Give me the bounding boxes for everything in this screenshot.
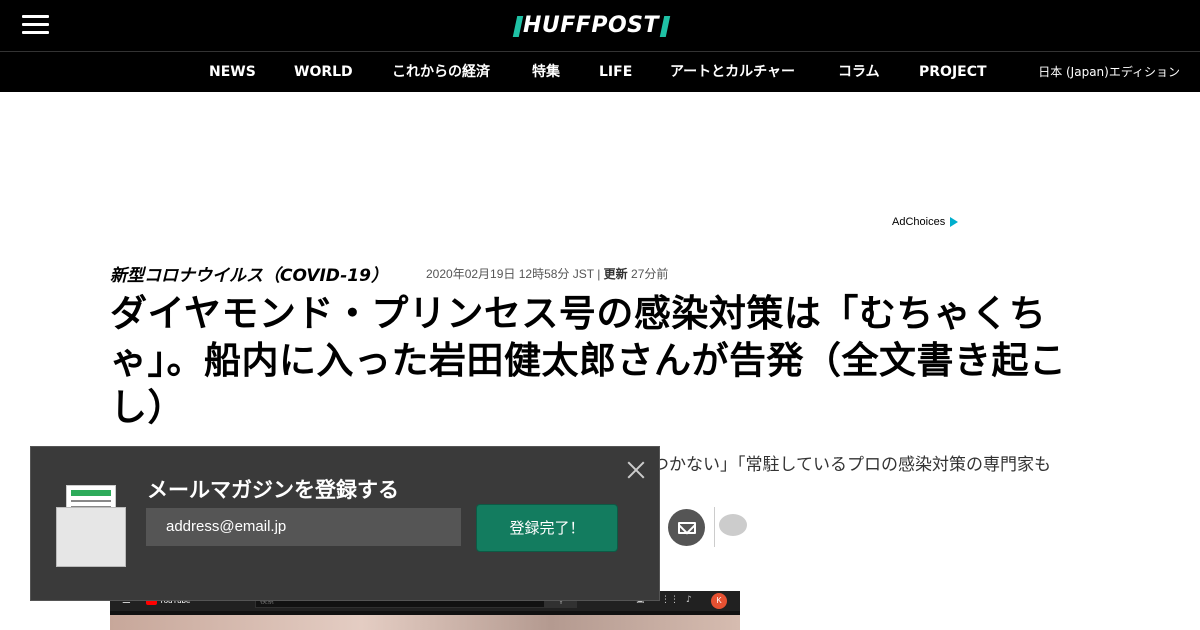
video-frame[interactable] (110, 615, 740, 630)
newsletter-title: メールマガジンを登録する (147, 478, 399, 502)
close-icon[interactable] (625, 459, 647, 481)
email-field[interactable]: address@email.jp (146, 508, 461, 546)
nav-item-column[interactable]: コラム (838, 52, 880, 92)
article-headline: ダイヤモンド・プリンセス号の感染対策は「むちゃくちゃ」。船内に入った岩田健太郎さ… (110, 292, 1067, 429)
newsletter-modal: メールマガジンを登録する address@email.jp 登録完了！ (30, 446, 660, 601)
article-category[interactable]: 新型コロナウイルス（COVID-19） (110, 261, 388, 286)
nav-item-features[interactable]: 特集 (532, 52, 560, 92)
logo-bar-right (659, 15, 671, 37)
nav-item-economy[interactable]: これからの経済 (392, 52, 490, 92)
updated-ago: 27分前 (627, 267, 669, 281)
hamburger-menu-icon[interactable] (22, 15, 49, 35)
nav-item-art-culture[interactable]: アートとカルチャー (670, 52, 795, 92)
youtube-bell-icon[interactable]: ♪ (686, 595, 692, 605)
youtube-avatar[interactable]: K (711, 593, 727, 609)
updated-label: 更新 (603, 267, 628, 281)
main-nav: NEWS WORLD これからの経済 特集 LIFE アートとカルチャー コラム… (0, 52, 1200, 92)
comment-icon[interactable] (719, 514, 747, 536)
date-separator: | (593, 267, 604, 281)
top-bar: HUFFPOST (0, 0, 1200, 52)
nav-item-news[interactable]: NEWS (209, 52, 256, 92)
edition-selector[interactable]: 日本 (Japan)エディション (1038, 52, 1180, 92)
youtube-apps-icon[interactable]: ⋮⋮ (661, 595, 679, 605)
envelope-body (56, 507, 126, 567)
adchoices-icon (950, 217, 959, 227)
subscribe-button[interactable]: 登録完了！ (476, 504, 618, 552)
adchoices-link[interactable]: AdChoices (892, 216, 959, 228)
share-divider (714, 507, 715, 547)
article-dateline: 2020年02月19日 12時58分 JST | 更新 27分前 (426, 265, 668, 282)
nav-item-world[interactable]: WORLD (294, 52, 353, 92)
nav-item-life[interactable]: LIFE (599, 52, 632, 92)
published-date: 2020年02月19日 12時58分 JST (426, 267, 594, 281)
newsletter-mail-icon (56, 477, 126, 569)
adchoices-label: AdChoices (892, 216, 946, 228)
huffpost-logo[interactable]: HUFFPOST (512, 13, 671, 38)
logo-text: HUFFPOST (523, 13, 660, 38)
logo-bar-left (512, 15, 524, 37)
nav-item-project[interactable]: PROJECT (919, 52, 987, 92)
email-share-icon[interactable] (668, 509, 705, 546)
